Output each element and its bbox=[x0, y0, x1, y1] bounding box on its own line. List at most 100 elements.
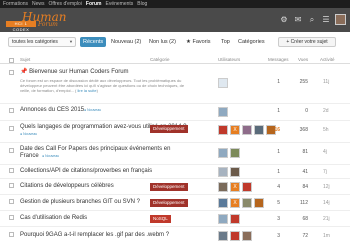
table-row[interactable]: Pourquoi 9GAG a-t-il remplacer les .gif … bbox=[0, 227, 350, 244]
topnav-news[interactable]: News bbox=[32, 0, 45, 8]
views-count: 112 bbox=[300, 200, 308, 206]
avatar[interactable]: X bbox=[230, 125, 240, 135]
views-count: 41 bbox=[302, 169, 308, 175]
avatar[interactable] bbox=[218, 167, 228, 177]
avatar[interactable] bbox=[218, 125, 228, 135]
topic-title[interactable]: Annonces du CES 2015 bbox=[20, 107, 84, 114]
avatar[interactable]: X bbox=[230, 198, 240, 208]
avatar[interactable] bbox=[218, 107, 228, 117]
topic-title[interactable]: Date des Call For Papers des principaux … bbox=[20, 146, 170, 153]
avatar[interactable] bbox=[242, 125, 252, 135]
tab-non-lus[interactable]: Non lus (2) bbox=[146, 37, 179, 47]
avatar[interactable] bbox=[254, 198, 264, 208]
avatar[interactable] bbox=[218, 198, 228, 208]
avatar[interactable] bbox=[218, 148, 228, 158]
table-row[interactable]: Cas d'utilisation de Redis NoSQL 3 68 21… bbox=[0, 211, 350, 227]
category-badge[interactable]: Développement bbox=[150, 199, 188, 207]
topic-title[interactable]: Cas d'utilisation de Redis bbox=[20, 215, 87, 222]
create-topic-button[interactable]: + Créer votre sujet bbox=[278, 37, 336, 47]
avatar[interactable]: X bbox=[230, 182, 240, 192]
avatar[interactable] bbox=[230, 148, 240, 158]
table-row[interactable]: Citations de développeurs célèbres Dével… bbox=[0, 179, 350, 195]
views-count: 368 bbox=[299, 127, 308, 133]
topic-title-line2[interactable]: France bbox=[20, 153, 39, 160]
activity-time[interactable]: 2d bbox=[323, 107, 329, 115]
activity-time[interactable]: 5h bbox=[323, 126, 329, 134]
activity-time[interactable]: 14j bbox=[323, 199, 330, 207]
avatar[interactable] bbox=[242, 182, 252, 192]
views-count: 68 bbox=[302, 216, 308, 222]
tab-categories[interactable]: Catégories bbox=[235, 37, 268, 47]
activity-time[interactable]: 11j bbox=[323, 78, 329, 86]
avatar[interactable] bbox=[218, 78, 228, 88]
site-logo[interactable]: Human HCI 1 CODEX Forum bbox=[4, 10, 66, 32]
views-count: 81 bbox=[302, 149, 308, 155]
row-checkbox[interactable] bbox=[9, 126, 14, 131]
topic-title[interactable]: Citations de développeurs célèbres bbox=[20, 183, 114, 190]
topnav-evenements[interactable]: Evénements bbox=[105, 0, 133, 8]
header-activity[interactable]: Activité bbox=[320, 56, 335, 64]
avatar[interactable] bbox=[230, 231, 240, 241]
avatar[interactable] bbox=[218, 214, 228, 224]
avatar[interactable] bbox=[230, 214, 240, 224]
header-users[interactable]: Utilisateurs bbox=[218, 56, 240, 64]
table-row[interactable]: Date des Call For Papers des principaux … bbox=[0, 143, 350, 165]
header-posts[interactable]: Messages bbox=[268, 56, 289, 64]
avatar[interactable] bbox=[254, 125, 264, 135]
category-select[interactable]: toutes les catégories ▼ bbox=[8, 37, 76, 47]
table-row[interactable]: Gestion de plusieurs branches GIT ou SVN… bbox=[0, 195, 350, 211]
topnav-forum[interactable]: Forum bbox=[86, 0, 102, 8]
avatar[interactable] bbox=[242, 231, 252, 241]
read-more-link[interactable]: lire la suite bbox=[77, 88, 96, 93]
activity-time[interactable]: 4j bbox=[323, 148, 327, 156]
row-checkbox[interactable] bbox=[9, 199, 14, 204]
category-badge[interactable]: NoSQL bbox=[150, 215, 171, 223]
row-checkbox[interactable] bbox=[9, 108, 14, 113]
header-icons: ⚙ ✉ ⌕ ☰ bbox=[279, 14, 346, 25]
gear-icon[interactable]: ⚙ bbox=[279, 15, 289, 25]
table-row[interactable]: Quels langages de programmation avez-vou… bbox=[0, 121, 350, 143]
tab-favoris[interactable]: ★ Favoris bbox=[183, 37, 214, 47]
topic-title[interactable]: Collections/API de citations/proverbes e… bbox=[20, 168, 152, 175]
row-checkbox[interactable] bbox=[9, 232, 14, 237]
posts-count: 1 bbox=[277, 79, 280, 85]
topnav-offres[interactable]: Offres d'emploi bbox=[49, 0, 82, 8]
tab-nouveau[interactable]: Nouveau (2) bbox=[108, 37, 144, 47]
topic-title[interactable]: 📌 Bienvenue sur Human Coders Forum bbox=[20, 69, 129, 76]
category-badge[interactable]: Développement bbox=[150, 183, 188, 191]
activity-time[interactable]: 21j bbox=[323, 215, 330, 223]
activity-time[interactable]: 1m bbox=[323, 232, 330, 240]
avatar[interactable] bbox=[230, 167, 240, 177]
topic-title[interactable]: Pourquoi 9GAG a-t-il remplacer les .gif … bbox=[20, 232, 169, 239]
topnav-formations[interactable]: Formations bbox=[3, 0, 28, 8]
tab-recents[interactable]: Récents bbox=[80, 37, 107, 47]
menu-icon[interactable]: ☰ bbox=[321, 15, 331, 25]
table-row[interactable]: Annonces du CES 2015 ● Nouveau 1 0 2d bbox=[0, 104, 350, 121]
mail-icon[interactable]: ✉ bbox=[293, 15, 303, 25]
row-checkbox[interactable] bbox=[9, 183, 14, 188]
user-avatar[interactable] bbox=[335, 14, 346, 25]
search-icon[interactable]: ⌕ bbox=[307, 15, 317, 25]
header-category[interactable]: Catégorie bbox=[150, 56, 170, 64]
activity-time[interactable]: 7j bbox=[323, 168, 327, 176]
avatar[interactable] bbox=[218, 182, 228, 192]
avatar[interactable] bbox=[242, 198, 252, 208]
tab-top[interactable]: Top bbox=[218, 37, 233, 47]
header-subject[interactable]: Sujet bbox=[20, 56, 30, 64]
category-badge[interactable]: Développement bbox=[150, 125, 188, 133]
select-all-checkbox[interactable] bbox=[9, 57, 14, 63]
row-checkbox[interactable] bbox=[9, 215, 14, 220]
posts-count: 5 bbox=[277, 200, 280, 206]
table-row[interactable]: Collections/API de citations/proverbes e… bbox=[0, 165, 350, 179]
row-checkbox[interactable] bbox=[9, 148, 14, 153]
row-checkbox[interactable] bbox=[9, 70, 14, 75]
new-badge-text: Nouveau bbox=[87, 108, 102, 112]
header-views[interactable]: Vues bbox=[298, 56, 308, 64]
topic-title[interactable]: Gestion de plusieurs branches GIT ou SVN… bbox=[20, 199, 140, 206]
activity-time[interactable]: 12j bbox=[323, 183, 330, 191]
user-avatars bbox=[218, 78, 228, 88]
topnav-blog[interactable]: Blog bbox=[137, 0, 147, 8]
avatar[interactable] bbox=[218, 231, 228, 241]
table-row[interactable]: 📌 Bienvenue sur Human Coders Forum Ce fo… bbox=[0, 66, 350, 104]
row-checkbox[interactable] bbox=[9, 168, 14, 173]
